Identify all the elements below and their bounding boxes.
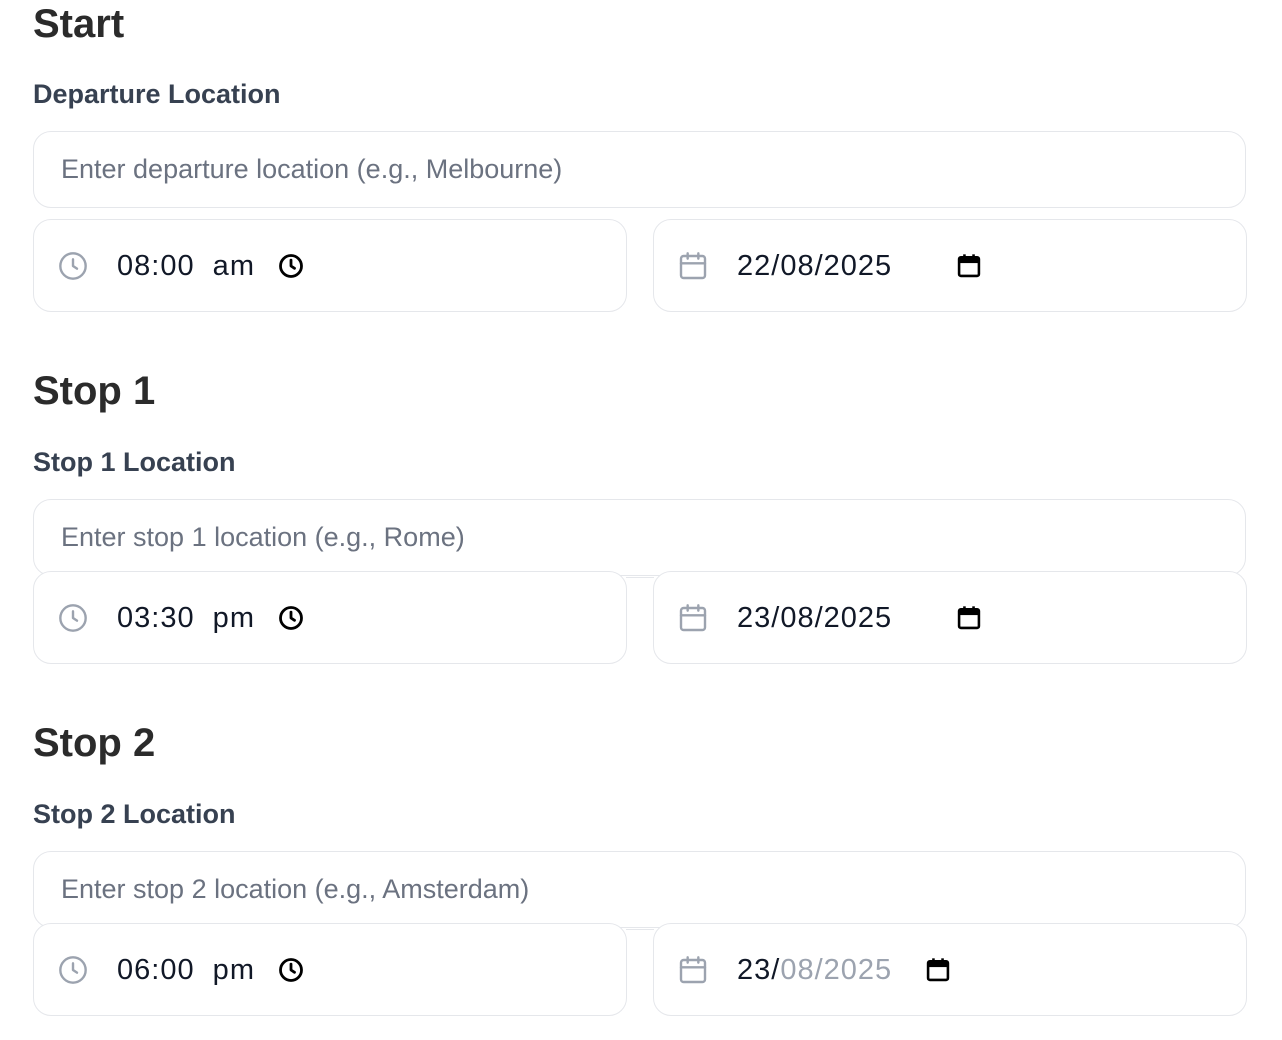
stop-1-location-field[interactable] — [33, 499, 1246, 576]
start-date-field[interactable]: 22/08/2025 — [653, 219, 1247, 312]
section-title-stop-1: Stop 1 — [33, 369, 156, 413]
calendar-icon[interactable] — [924, 956, 952, 984]
start-time-value[interactable]: 08:00 am — [117, 220, 255, 313]
departure-location-input[interactable] — [59, 153, 1220, 186]
start-date-value[interactable]: 22/08/2025 — [737, 220, 892, 313]
clock-icon[interactable] — [277, 956, 305, 984]
clock-icon[interactable] — [277, 604, 305, 632]
stop-2-location-field[interactable] — [33, 851, 1246, 928]
calendar-icon — [679, 604, 707, 632]
section-title-start: Start — [33, 2, 125, 46]
departure-location-label: Departure Location — [33, 79, 281, 109]
clock-icon — [59, 604, 87, 632]
departure-location-field[interactable] — [33, 131, 1246, 208]
calendar-icon — [679, 956, 707, 984]
stop-2-location-label: Stop 2 Location — [33, 799, 236, 829]
clock-icon[interactable] — [277, 252, 305, 280]
date-month-year-segment: 08/2025 — [780, 954, 893, 986]
stop-1-location-label: Stop 1 Location — [33, 447, 236, 477]
stop-1-location-input[interactable] — [59, 521, 1220, 554]
stop-1-date-field[interactable]: 23/08/2025 — [653, 571, 1247, 664]
stop-1-date-value[interactable]: 23/08/2025 — [737, 572, 892, 665]
stop-2-location-input[interactable] — [59, 873, 1220, 906]
clock-icon — [59, 252, 87, 280]
stop-1-time-value[interactable]: 03:30 pm — [117, 572, 255, 665]
divider — [626, 929, 654, 930]
stop-2-date-field[interactable]: 23/08/2025 — [653, 923, 1247, 1016]
stop-2-time-value[interactable]: 06:00 pm — [117, 924, 255, 1017]
calendar-icon[interactable] — [955, 604, 983, 632]
divider — [626, 577, 654, 578]
stop-2-time-field[interactable]: 06:00 pm — [33, 923, 627, 1016]
calendar-icon — [679, 252, 707, 280]
clock-icon — [59, 956, 87, 984]
stop-1-time-field[interactable]: 03:30 pm — [33, 571, 627, 664]
date-day-segment: 23/ — [737, 954, 781, 986]
start-time-field[interactable]: 08:00 am — [33, 219, 627, 312]
section-title-stop-2: Stop 2 — [33, 721, 156, 765]
stop-2-date-value[interactable]: 23/08/2025 — [737, 924, 892, 1017]
trip-planner-form: Start Departure Location 08:00 am 22/08/… — [0, 0, 1282, 1040]
calendar-icon[interactable] — [955, 252, 983, 280]
